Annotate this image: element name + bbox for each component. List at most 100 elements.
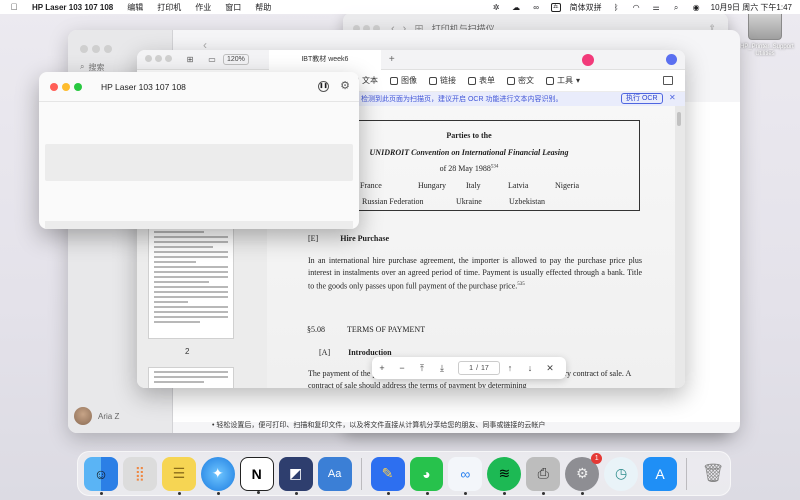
gear-icon[interactable]: ⚙ — [340, 79, 350, 92]
next-page-icon[interactable]: ↓ — [520, 363, 540, 373]
close-icon[interactable]: ✕ — [540, 363, 560, 374]
whiteboard-icon[interactable]: ◩ — [278, 456, 313, 495]
tool-link[interactable]: 链接 — [429, 75, 456, 86]
tab-ibt-week6[interactable]: IBT教材 week6 — [268, 50, 381, 70]
zoom-button[interactable] — [74, 82, 82, 91]
country-cell: Uzbekistan — [509, 197, 545, 206]
desktop-drive[interactable]: HP_Printer_Support Utilities — [740, 10, 794, 58]
zoom-select[interactable]: 120% — [223, 54, 249, 65]
control-center-icon[interactable]: ⚌ — [651, 3, 662, 12]
app-store-icon[interactable]: A — [643, 456, 678, 491]
menu-edit[interactable]: 编辑 — [127, 2, 143, 13]
trash-icon[interactable]: 🗑 — [696, 457, 730, 491]
user-account[interactable]: Aria Z — [74, 407, 119, 425]
spotify-icon[interactable]: ≋ — [487, 456, 522, 495]
notes-icon[interactable]: ☰ — [161, 456, 196, 495]
tool-form[interactable]: 表单 — [468, 75, 495, 86]
ai-assistant-icon[interactable] — [582, 53, 594, 66]
launchpad-icon[interactable]: ⣿ — [122, 456, 157, 491]
country-cell: France — [360, 181, 382, 190]
section-heading: [E] Hire Purchase — [308, 234, 390, 243]
zoom-out-icon[interactable]: − — [392, 363, 412, 373]
dock: ☺ ⣿ ☰ ✦ N ◩ Aa ✎ ◕ ∞ ≋ ⎙ ⚙ 1 ◷ A 🗑 — [77, 451, 731, 496]
setup-hint-text: • 轻松设置后，便可打印、扫描和复印文件，以及将文件直接从计算机分享给您的朋友、… — [212, 422, 546, 429]
country-cell: Ukraine — [456, 197, 482, 206]
wechat-icon[interactable]: ◕ — [409, 456, 444, 495]
image-icon — [390, 76, 398, 85]
page-number-field[interactable]: 1/17 — [458, 361, 500, 375]
notion-icon[interactable]: N — [239, 456, 274, 494]
window-controls — [145, 55, 175, 64]
wifi-icon[interactable]: ◠ — [631, 3, 642, 12]
country-cell: Latvia — [508, 181, 529, 190]
baidu-netdisk-icon[interactable]: ∞ — [448, 456, 483, 495]
close-banner-icon[interactable]: ✕ — [669, 93, 676, 102]
printer-icon[interactable]: ⎙ — [526, 456, 561, 495]
input-method-icon[interactable]: 五 — [550, 2, 561, 12]
zoom-in-icon[interactable]: + — [372, 363, 392, 373]
country-cell: Italy — [466, 181, 481, 190]
redact-icon — [507, 76, 515, 85]
window-controls — [80, 42, 116, 56]
tool-image[interactable]: 图像 — [390, 75, 417, 86]
first-page-icon[interactable]: ⤒ — [412, 363, 432, 374]
print-job-row — [45, 221, 353, 229]
finder-icon[interactable]: ☺ — [84, 456, 118, 495]
country-cell: Russian Federation — [362, 197, 424, 206]
toolbox-icon — [546, 76, 554, 85]
menu-window[interactable]: 窗口 — [225, 2, 241, 13]
page-thumbnail[interactable] — [149, 223, 233, 338]
close-button[interactable] — [50, 82, 58, 91]
safari-icon[interactable]: ✦ — [200, 456, 235, 495]
section-heading: [A] Introduction — [319, 348, 392, 357]
time-machine-icon[interactable]: ◷ — [604, 456, 639, 491]
dock-separator — [360, 457, 362, 490]
menu-job[interactable]: 作业 — [195, 2, 211, 13]
section-heading: §5.08 TERMS OF PAYMENT — [307, 325, 426, 334]
notification-badge: 1 — [591, 452, 603, 464]
printer-titlebar: HP Laser 103 107 108 — [39, 72, 359, 102]
page-nav-bar: + − ⤒ ⤓ 1/17 ↑ ↓ ✕ — [372, 357, 566, 379]
tool-tools[interactable]: 工具 ▾ — [546, 75, 580, 86]
page-thumbnail[interactable] — [149, 368, 233, 388]
apple-menu-icon[interactable]:  — [6, 2, 22, 12]
last-page-icon[interactable]: ⤓ — [432, 363, 452, 374]
avatar — [74, 407, 92, 425]
prev-page-icon[interactable]: ↑ — [500, 363, 520, 373]
printer-window-title: HP Laser 103 107 108 — [101, 81, 186, 92]
link-icon — [429, 76, 437, 85]
siri-icon[interactable]: ◉ — [691, 3, 702, 12]
spotlight-icon[interactable]: ⌕ — [671, 3, 682, 12]
pause-icon[interactable]: ❚❚ — [318, 81, 329, 92]
sidebar-toggle-icon[interactable]: ▭ — [205, 55, 219, 64]
bluetooth-icon[interactable]: ᛒ — [611, 3, 622, 12]
pencil-app-icon[interactable]: ✎ — [370, 456, 405, 495]
pinwheel-icon[interactable]: ✲ — [491, 3, 502, 12]
menu-printer[interactable]: 打印机 — [157, 2, 181, 13]
cloud-icon[interactable]: ☁ — [511, 3, 522, 12]
thumbnail-page-number: 2 — [185, 347, 190, 356]
form-icon — [468, 76, 476, 85]
menu-clock[interactable]: 10月9日 周六 下午1:47 — [711, 2, 792, 13]
account-icon[interactable] — [666, 54, 677, 65]
creative-cloud-icon[interactable]: ∞ — [531, 3, 542, 12]
print-job-row[interactable] — [45, 144, 353, 181]
thumbnail-grid-icon[interactable]: ⊞ — [183, 55, 197, 64]
tool-redact[interactable]: 密文 — [507, 75, 534, 86]
paragraph: In an international hire purchase agreem… — [308, 256, 642, 291]
dictionary-icon[interactable]: Aa — [317, 456, 352, 491]
run-ocr-button[interactable]: 执行 OCR — [621, 93, 663, 104]
menu-app-name[interactable]: HP Laser 103 107 108 — [32, 3, 113, 12]
user-name: Aria Z — [98, 411, 120, 421]
ocr-message: 检测到此页面为扫描页，建议开启 OCR 功能进行文本内容识别。 — [361, 96, 563, 103]
pdf-tabbar: ⊞ ▭ 120% IBT教材 week6 + — [137, 50, 685, 70]
input-method-label[interactable]: 简体双拼 — [570, 2, 602, 13]
menu-help[interactable]: 帮助 — [255, 2, 271, 13]
scrollbar[interactable] — [677, 112, 681, 126]
drive-label: HP_Printer_Support Utilities — [740, 44, 794, 57]
country-cell: Nigeria — [555, 181, 579, 190]
minimize-button[interactable] — [62, 82, 70, 91]
system-preferences-icon[interactable]: ⚙ 1 — [565, 452, 603, 495]
right-panel-icon[interactable] — [663, 76, 673, 85]
new-tab-button[interactable]: + — [389, 54, 395, 65]
